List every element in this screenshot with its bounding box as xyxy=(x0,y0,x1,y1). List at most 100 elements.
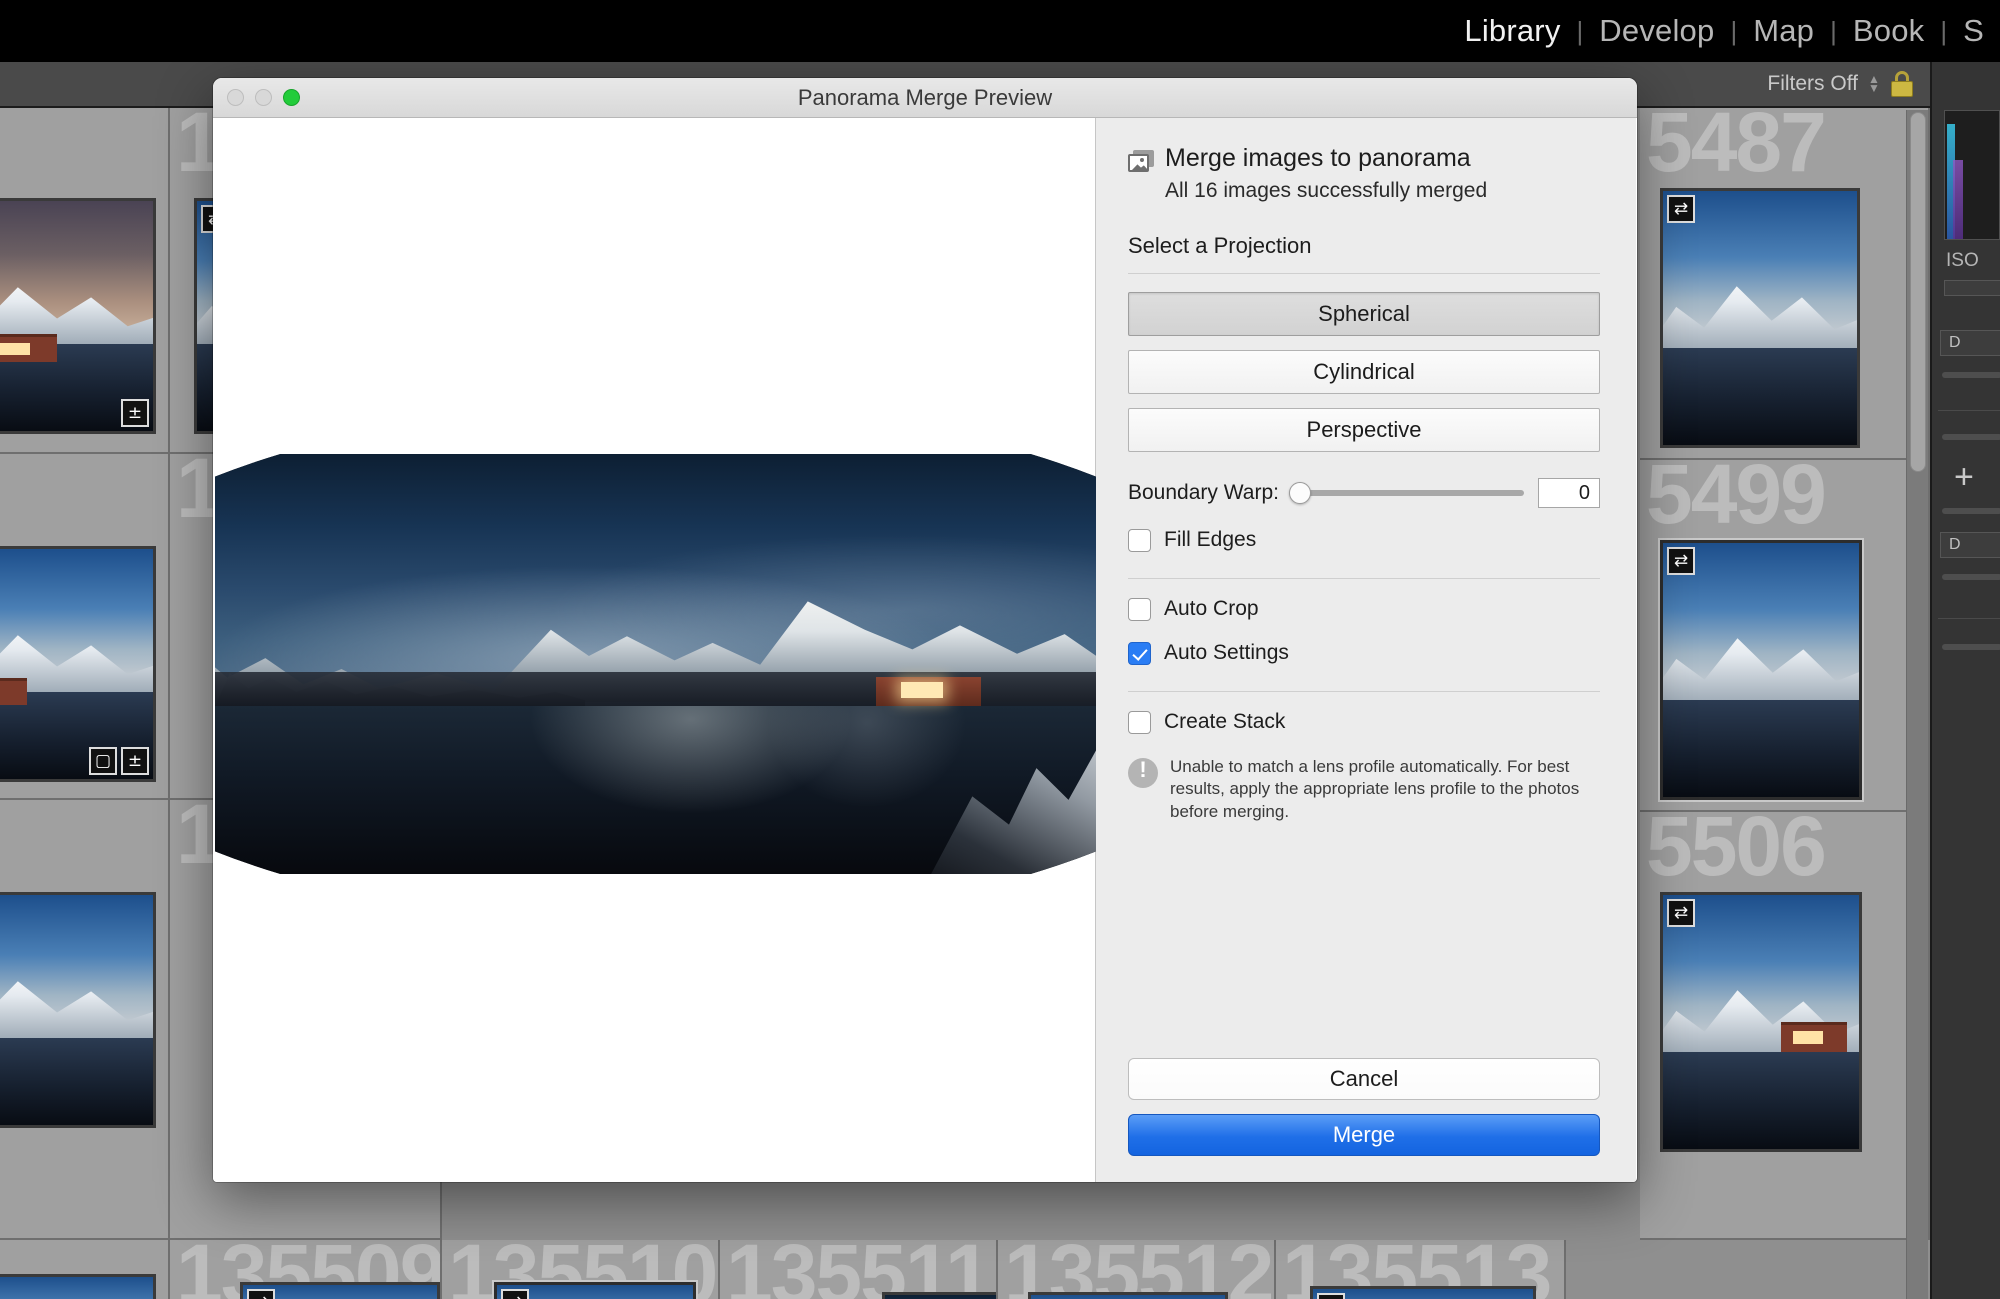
window-controls xyxy=(227,89,300,106)
filter-state-label[interactable]: Filters Off xyxy=(1767,72,1858,96)
fill-edges-checkbox[interactable] xyxy=(1128,528,1151,552)
module-develop[interactable]: Develop xyxy=(1583,13,1730,49)
histogram[interactable] xyxy=(1944,110,2000,240)
panel-button-detail-2[interactable]: D xyxy=(1940,532,2000,558)
grid-cell[interactable]: 5487 ⇄ xyxy=(1640,108,1930,460)
virtual-copy-badge-icon[interactable]: ⇄ xyxy=(1667,195,1695,223)
grid-cell[interactable]: 7 ± xyxy=(0,108,170,454)
projection-perspective-button[interactable]: Perspective xyxy=(1128,408,1600,452)
auto-settings-label: Auto Settings xyxy=(1164,641,1289,664)
panel-slider[interactable] xyxy=(1942,434,2000,440)
module-separator: | xyxy=(1576,15,1584,46)
create-stack-label: Create Stack xyxy=(1164,710,1286,733)
merge-button[interactable]: Merge xyxy=(1128,1114,1600,1156)
panel-slider[interactable] xyxy=(1942,644,2000,650)
grid-cell-number: 5487 xyxy=(1646,108,1827,189)
grid-cell-number: 5506 xyxy=(1646,812,1827,893)
auto-settings-row[interactable]: Auto Settings xyxy=(1128,641,1600,665)
fill-edges-row[interactable]: Fill Edges xyxy=(1128,528,1600,552)
thumbnail[interactable]: ⇄ xyxy=(1660,540,1862,800)
slider-knob[interactable] xyxy=(1288,482,1311,504)
virtual-copy-badge-icon[interactable]: ⇄ xyxy=(1667,547,1695,575)
module-picker-bar: Library | Develop | Map | Book | S xyxy=(0,0,2000,62)
grid-cell[interactable]: 135510 ⇄ xyxy=(442,1240,720,1299)
develop-badge-icon[interactable]: ± xyxy=(121,747,149,775)
create-stack-checkbox[interactable] xyxy=(1128,710,1151,734)
thumbnail[interactable] xyxy=(882,1292,996,1299)
grid-cell[interactable]: 135513 ⇄ xyxy=(1276,1240,1566,1299)
projection-spherical-button[interactable]: Spherical xyxy=(1128,292,1600,336)
boundary-warp-value-input[interactable]: 0 xyxy=(1538,478,1600,508)
thumbnail[interactable] xyxy=(1028,1292,1228,1299)
add-icon[interactable]: + xyxy=(1954,460,1974,494)
lens-profile-warning-text: Unable to match a lens profile automatic… xyxy=(1170,757,1580,821)
dialog-footer: Cancel Merge xyxy=(1128,1058,1600,1156)
module-slideshow[interactable]: S xyxy=(1947,13,2000,49)
thumbnail[interactable]: ± xyxy=(0,198,156,434)
grid-cell[interactable]: 135509 ⇄ xyxy=(170,1240,442,1299)
lock-icon[interactable] xyxy=(1890,71,1914,97)
grid-cell[interactable]: 135511 xyxy=(720,1240,998,1299)
virtual-copy-badge-icon[interactable]: ⇄ xyxy=(501,1289,529,1299)
create-stack-row[interactable]: Create Stack xyxy=(1128,710,1600,734)
grid-cell[interactable]: 5506 ⇄ xyxy=(1640,812,1930,1240)
module-book[interactable]: Book xyxy=(1837,13,1940,49)
screen: Library | Develop | Map | Book | S Filte… xyxy=(0,0,2000,1299)
auto-crop-checkbox[interactable] xyxy=(1128,597,1151,621)
merge-heading: Merge images to panorama xyxy=(1165,144,1471,172)
virtual-copy-badge-icon[interactable]: ⇄ xyxy=(1317,1293,1345,1299)
auto-settings-checkbox[interactable] xyxy=(1128,641,1151,665)
grid-scrollbar-thumb[interactable] xyxy=(1910,112,1926,472)
slider-track[interactable] xyxy=(1298,490,1524,496)
develop-badge-icon[interactable]: ± xyxy=(121,399,149,427)
right-module-panel: ISO D + D xyxy=(1930,62,2000,1299)
thumbnail[interactable] xyxy=(0,1274,156,1299)
chevron-updown-icon[interactable]: ▲ ▼ xyxy=(1868,73,1880,94)
module-library[interactable]: Library xyxy=(1448,13,1576,49)
panel-slider[interactable] xyxy=(1942,372,2000,378)
thumbnail[interactable]: ± ▢ xyxy=(0,546,156,782)
grid-scrollbar[interactable] xyxy=(1906,110,1928,1299)
zoom-button[interactable] xyxy=(283,89,300,106)
grid-cell-number: 135511 xyxy=(726,1240,992,1299)
divider xyxy=(1128,691,1600,692)
metadata-field[interactable] xyxy=(1944,280,2000,296)
dialog-titlebar[interactable]: Panorama Merge Preview xyxy=(213,78,1637,118)
dialog-title: Panorama Merge Preview xyxy=(797,84,1053,110)
minimize-button[interactable] xyxy=(255,89,272,106)
merge-subheading: All 16 images successfully merged xyxy=(1165,179,1488,202)
cancel-button[interactable]: Cancel xyxy=(1128,1058,1600,1100)
panorama-preview-image[interactable] xyxy=(215,454,1096,874)
thumbnail[interactable] xyxy=(0,892,156,1128)
fill-edges-label: Fill Edges xyxy=(1164,528,1257,551)
merge-status-block: Merge images to panorama xyxy=(1128,144,1600,173)
grid-cell[interactable]: 4 ± ▢ xyxy=(0,454,170,800)
grid-cell[interactable]: 1 xyxy=(0,800,170,1240)
thumbnail[interactable]: ⇄ xyxy=(1660,188,1860,448)
projection-section-label: Select a Projection xyxy=(1128,233,1312,258)
virtual-copy-badge-icon[interactable]: ⇄ xyxy=(247,1289,275,1299)
boundary-warp-row: Boundary Warp: 0 xyxy=(1128,478,1600,508)
divider xyxy=(1128,273,1600,274)
thumbnail[interactable]: ⇄ xyxy=(240,1282,440,1299)
crop-badge-icon[interactable]: ▢ xyxy=(89,747,117,775)
grid-cell[interactable]: 8 xyxy=(0,1240,170,1299)
thumbnail[interactable]: ⇄ xyxy=(1310,1286,1536,1299)
module-separator: | xyxy=(1730,15,1738,46)
panel-button-detail[interactable]: D xyxy=(1940,330,2000,356)
module-map[interactable]: Map xyxy=(1737,13,1830,49)
thumbnail[interactable]: ⇄ xyxy=(494,1282,696,1299)
projection-cylindrical-button[interactable]: Cylindrical xyxy=(1128,350,1600,394)
panorama-preview-pane[interactable] xyxy=(213,118,1096,1182)
close-button[interactable] xyxy=(227,89,244,106)
thumbnail[interactable]: ⇄ xyxy=(1660,892,1862,1152)
lens-profile-warning: Unable to match a lens profile automatic… xyxy=(1128,756,1600,823)
virtual-copy-badge-icon[interactable]: ⇄ xyxy=(1667,899,1695,927)
panel-slider[interactable] xyxy=(1942,508,2000,514)
grid-cell[interactable]: 5499 ⇄ xyxy=(1640,460,1930,812)
panel-slider[interactable] xyxy=(1942,574,2000,580)
boundary-warp-label: Boundary Warp: xyxy=(1128,481,1279,504)
auto-crop-row[interactable]: Auto Crop xyxy=(1128,597,1600,621)
boundary-warp-slider[interactable] xyxy=(1288,482,1524,504)
grid-cell[interactable]: 135512 xyxy=(998,1240,1276,1299)
